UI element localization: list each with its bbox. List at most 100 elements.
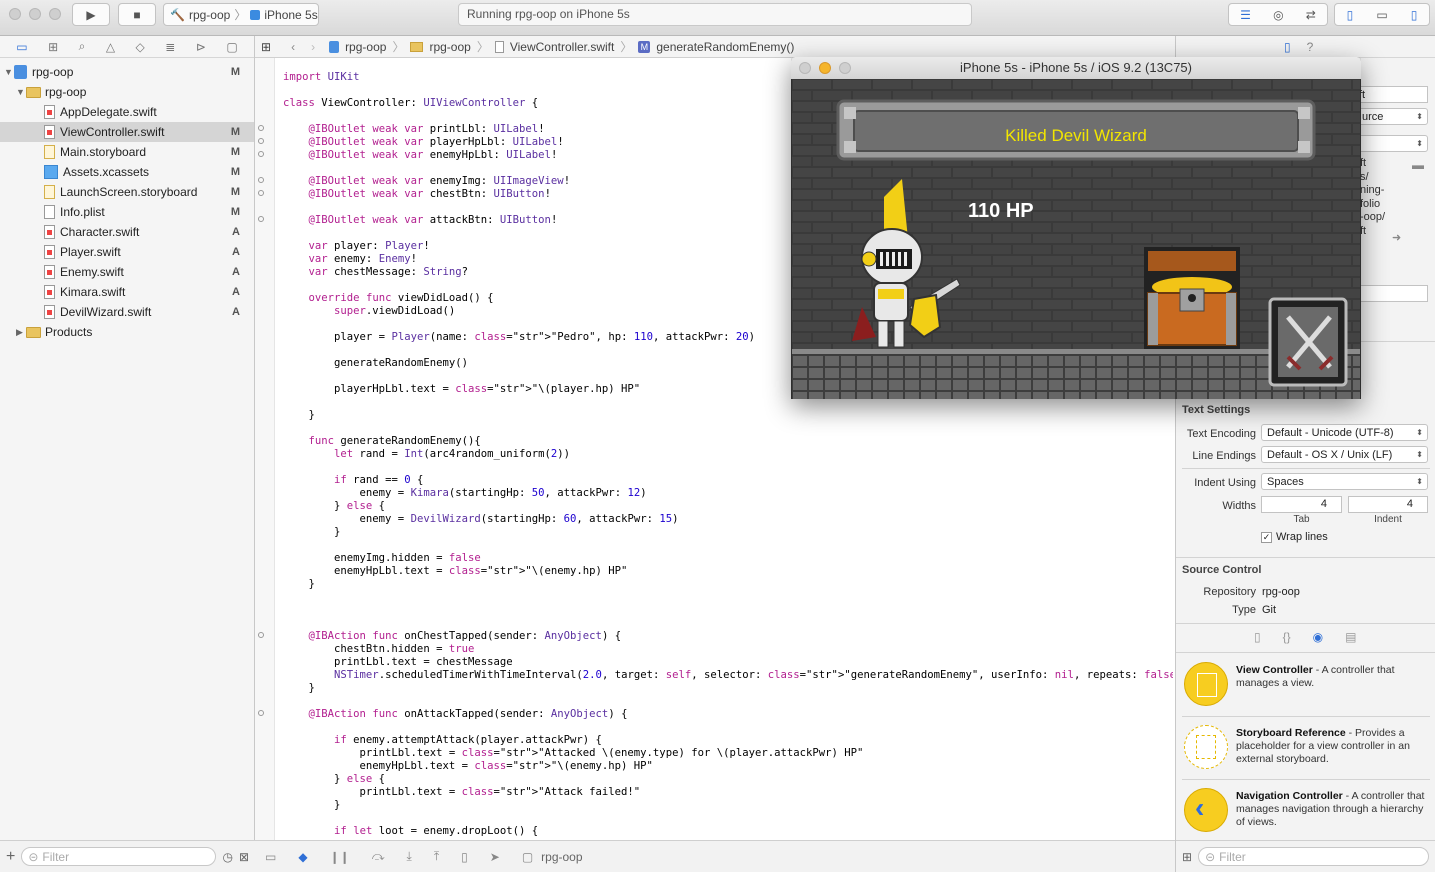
window-zoom-button[interactable] <box>49 8 61 20</box>
file-row[interactable]: Assets.xcassets M <box>0 162 254 182</box>
step-out-icon[interactable]: ⤒ <box>434 849 439 864</box>
navigator-filter-input[interactable]: ⊝ Filter <box>21 847 217 866</box>
indent-using-popup[interactable]: Spaces ⬍ <box>1261 473 1428 490</box>
file-name-field[interactable]: ft <box>1356 86 1428 103</box>
code-snippet-icon[interactable]: {} <box>1283 630 1291 644</box>
treasure-chest-button[interactable] <box>1144 247 1240 349</box>
outlet-connection-icon[interactable] <box>258 216 264 222</box>
report-icon[interactable]: ▢ <box>226 40 237 54</box>
jump-symbol[interactable]: generateRandomEnemy() <box>656 40 794 54</box>
disclosure-open-icon[interactable]: ▼ <box>16 87 26 97</box>
window-minimize-button[interactable] <box>29 8 41 20</box>
file-template-icon[interactable]: ▯ <box>1254 630 1261 644</box>
sim-zoom-button[interactable] <box>839 62 851 74</box>
action-connection-icon[interactable] <box>258 632 264 638</box>
jump-file[interactable]: ViewController.swift <box>510 40 614 54</box>
scm-filter-icon[interactable]: ⊠ <box>239 850 249 864</box>
location-popup[interactable]: ⬍ <box>1356 135 1428 152</box>
line-endings-popup[interactable]: Default - OS X / Unix (LF) ⬍ <box>1261 446 1428 463</box>
wrap-lines-checkbox[interactable]: ✓ Wrap lines <box>1261 531 1328 543</box>
navigator-toggle-icon[interactable]: ▯ <box>1347 8 1354 22</box>
related-items-icon[interactable]: ⊞ <box>261 40 271 54</box>
view-debugger-icon[interactable]: ▯ <box>461 850 468 864</box>
grid-view-icon[interactable]: ⊞ <box>1182 850 1192 864</box>
test-icon[interactable]: ◇ <box>136 40 145 54</box>
folder-icon[interactable]: ▭ <box>16 40 27 54</box>
code-line: @IBOutlet weak var attackBtn: UIButton! <box>308 214 558 226</box>
file-row[interactable]: Character.swift A <box>0 222 254 242</box>
jump-project[interactable]: rpg-oop <box>345 40 386 54</box>
file-row[interactable]: Enemy.swift A <box>0 262 254 282</box>
library-item[interactable]: ‹ Navigation Controller - A controller t… <box>1182 784 1430 842</box>
file-row[interactable]: AppDelegate.swift <box>0 102 254 122</box>
add-icon[interactable]: + <box>6 848 15 866</box>
file-name: Player.swift <box>60 245 121 259</box>
version-editor-icon[interactable]: ⇄ <box>1306 8 1316 22</box>
pause-icon[interactable]: ❙❙ <box>330 850 350 864</box>
file-row[interactable]: Kimara.swift A <box>0 282 254 302</box>
debug-icon[interactable]: ≣ <box>165 40 175 54</box>
file-row[interactable]: LaunchScreen.storyboard M <box>0 182 254 202</box>
library-filter-input[interactable]: ⊝ Filter <box>1198 847 1429 866</box>
file-row[interactable]: DevilWizard.swift A <box>0 302 254 322</box>
library-item[interactable]: View Controller - A controller that mana… <box>1182 658 1430 716</box>
symbol-icon[interactable]: ⊞ <box>48 40 58 54</box>
file-row[interactable]: ViewController.swift M <box>0 122 254 142</box>
file-name: Kimara.swift <box>60 285 126 299</box>
stop-button[interactable]: ■ <box>118 3 156 26</box>
outlet-connection-icon[interactable] <box>258 190 264 196</box>
library-item[interactable]: Storyboard Reference - Provides a placeh… <box>1182 721 1430 779</box>
jump-group[interactable]: rpg-oop <box>429 40 470 54</box>
divider <box>1182 779 1430 780</box>
outlet-connection-icon[interactable] <box>258 177 264 183</box>
object-library-icon[interactable]: ◉ <box>1313 630 1323 644</box>
file-type-popup[interactable]: urce ⬍ <box>1356 108 1428 125</box>
step-in-icon[interactable]: ⤓ <box>407 849 412 864</box>
disclosure-closed-icon[interactable]: ▶ <box>16 327 26 338</box>
search-icon[interactable]: ⌕ <box>79 39 86 54</box>
location-icon[interactable]: ➤ <box>490 850 500 864</box>
file-inspector-icon[interactable]: ▯ <box>1284 40 1291 54</box>
outlet-connection-icon[interactable] <box>258 151 264 157</box>
forward-icon[interactable]: › <box>311 40 315 54</box>
reveal-arrow-icon[interactable]: ➜ <box>1392 231 1401 244</box>
action-connection-icon[interactable] <box>258 710 264 716</box>
indent-width-stepper[interactable]: 4 <box>1348 496 1428 513</box>
group-row[interactable]: ▼ rpg-oop <box>0 82 254 102</box>
editor-mode-control[interactable]: ☰ ◎ ⇄ <box>1228 3 1328 26</box>
media-library-icon[interactable]: ▤ <box>1345 630 1356 644</box>
outlet-connection-icon[interactable] <box>258 138 264 144</box>
text-encoding-popup[interactable]: Default - Unicode (UTF-8) ⬍ <box>1261 424 1428 441</box>
step-over-icon[interactable]: ⤼ <box>372 849 385 864</box>
file-row[interactable]: Player.swift A <box>0 242 254 262</box>
assistant-editor-icon[interactable]: ◎ <box>1273 8 1283 22</box>
target-field[interactable] <box>1356 285 1428 302</box>
file-row[interactable]: Main.storyboard M <box>0 142 254 162</box>
quick-help-icon[interactable]: ? <box>1307 40 1314 54</box>
debug-toggle-icon[interactable]: ▭ <box>1376 8 1387 22</box>
attack-button[interactable] <box>1268 297 1348 387</box>
utilities-toggle-icon[interactable]: ▯ <box>1411 8 1418 22</box>
view-toggle-control[interactable]: ▯ ▭ ▯ <box>1334 3 1430 26</box>
disclosure-open-icon[interactable]: ▼ <box>4 67 14 77</box>
reveal-folder-icon[interactable]: ▬ <box>1412 158 1424 172</box>
outlet-connection-icon[interactable] <box>258 125 264 131</box>
file-row[interactable]: Info.plist M <box>0 202 254 222</box>
standard-editor-icon[interactable]: ☰ <box>1240 8 1251 22</box>
warning-icon[interactable]: △ <box>106 40 115 54</box>
breakpoint-icon[interactable]: ⊳ <box>196 40 206 54</box>
recent-files-icon[interactable]: ◷ <box>222 850 232 864</box>
sim-minimize-button[interactable] <box>819 62 831 74</box>
run-button[interactable]: ▶ <box>72 3 110 26</box>
simulator-window: iPhone 5s - iPhone 5s / iOS 9.2 (13C75) <box>791 57 1361 399</box>
window-close-button[interactable] <box>9 8 21 20</box>
back-icon[interactable]: ‹ <box>291 40 295 54</box>
products-row[interactable]: ▶ Products <box>0 322 254 342</box>
project-row[interactable]: ▼ rpg-oop M <box>0 62 254 82</box>
sim-close-button[interactable] <box>799 62 811 74</box>
game-screen: 110 HP Killed Devil Wizard <box>792 79 1360 399</box>
hide-debug-icon[interactable]: ▭ <box>265 850 276 864</box>
scheme-selector[interactable]: 🔨 rpg-oop 〉 iPhone 5s <box>163 3 319 26</box>
tab-width-stepper[interactable]: 4 <box>1261 496 1342 513</box>
breakpoints-toggle-icon[interactable]: ◆ <box>298 850 307 864</box>
